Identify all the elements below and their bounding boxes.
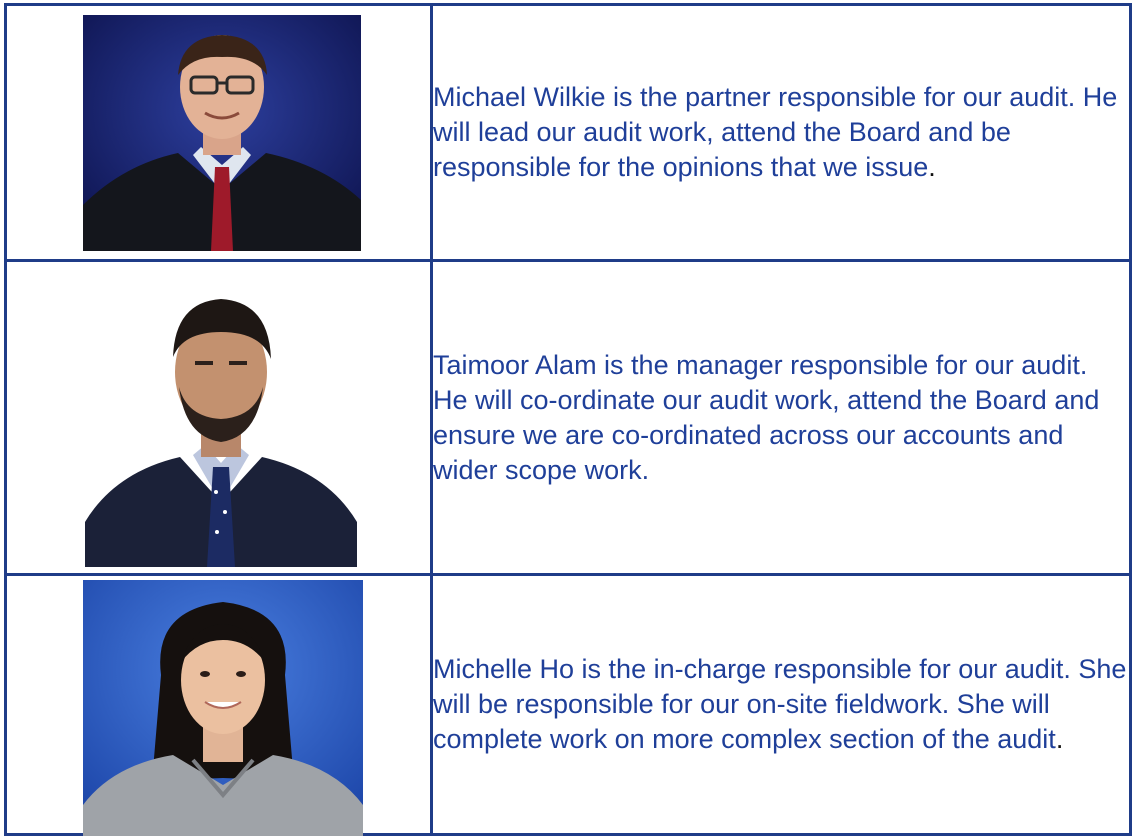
photo-cell	[4, 573, 433, 836]
member-bio-text: Michael Wilkie is the partner responsibl…	[433, 82, 1118, 182]
team-member-row: Michael Wilkie is the partner responsibl…	[4, 3, 1132, 262]
portrait-photo-taimoor-alam	[85, 277, 357, 567]
photo-cell	[4, 259, 433, 576]
photo-cell	[4, 3, 433, 262]
member-bio-cell: Taimoor Alam is the manager responsible …	[430, 259, 1132, 576]
portrait-photo-michael-wilkie	[83, 15, 361, 251]
member-bio-end: .	[928, 152, 936, 182]
member-bio-cell: Michael Wilkie is the partner responsibl…	[430, 3, 1132, 262]
portrait-photo-michelle-ho	[83, 580, 363, 836]
audit-team-table: Michael Wilkie is the partner responsibl…	[4, 3, 1132, 836]
member-bio-text: Taimoor Alam is the manager responsible …	[433, 349, 1100, 485]
member-bio-text: Michelle Ho is the in-charge responsible…	[433, 654, 1127, 754]
member-bio-end: .	[1055, 724, 1064, 754]
member-bio-cell: Michelle Ho is the in-charge responsible…	[430, 573, 1132, 836]
team-member-row: Michelle Ho is the in-charge responsible…	[4, 573, 1132, 836]
team-member-row: Taimoor Alam is the manager responsible …	[4, 259, 1132, 576]
